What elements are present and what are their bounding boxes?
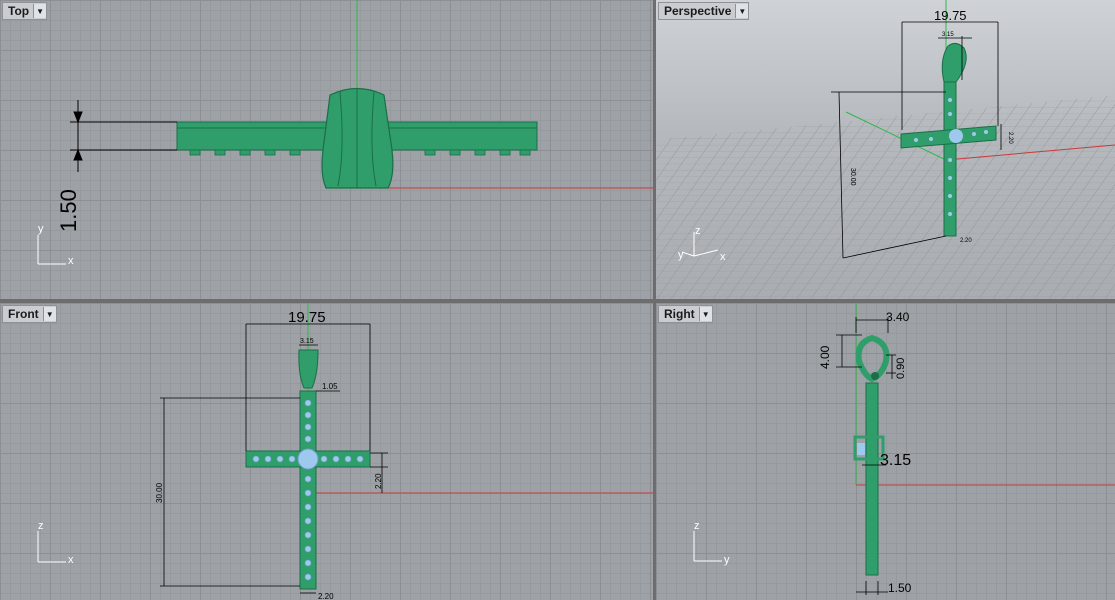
chevron-down-icon[interactable]: ▼ <box>42 307 56 321</box>
chevron-down-icon[interactable]: ▼ <box>33 4 47 18</box>
dimension-base: 2.20 <box>318 592 334 600</box>
dimension-label: 1.50 <box>56 189 81 232</box>
axis-label-h: y <box>724 554 730 566</box>
dimension-arm: 2.20 <box>1007 132 1013 144</box>
bail <box>298 349 319 389</box>
dimension-bail: 3.15 <box>300 338 314 345</box>
dimension-base: 2.20 <box>960 238 972 244</box>
viewport-top[interactable]: Top ▼ 1.50 y x <box>0 0 653 299</box>
front-scene: 19.75 3.15 1.05 30.00 2.20 2.20 z x <box>37 303 653 600</box>
dimension-width: 19.75 <box>934 8 967 23</box>
axis-label-h: x <box>68 255 74 267</box>
viewport-tab-top[interactable]: Top ▼ <box>2 2 48 20</box>
axis-label-v: z <box>38 520 44 532</box>
viewport-title: Right <box>664 307 695 321</box>
bail-ring <box>855 334 890 383</box>
top-scene: 1.50 y x <box>37 0 653 267</box>
dimension-bail-width: 3.40 <box>886 310 910 324</box>
axis-label-v: z <box>695 225 701 237</box>
dimension-height: 30.00 <box>849 168 856 186</box>
viewport-front[interactable]: Front ▼ 19.75 3.15 1.05 30.00 2.20 2.20 <box>0 303 653 600</box>
viewport-perspective[interactable]: Perspective ▼ 19.75 3.15 30.00 2.20 2.20 <box>656 0 1115 299</box>
dimension-height: 30.00 <box>155 482 164 503</box>
axis-label-v: y <box>38 223 44 235</box>
viewport-title: Perspective <box>664 4 732 18</box>
chevron-down-icon[interactable]: ▼ <box>698 307 712 321</box>
dimension-thickness <box>70 100 177 172</box>
axis-label-d: y <box>678 249 684 261</box>
dimension-bail-inner: 0.90 <box>895 358 907 379</box>
viewport-title: Top <box>8 4 30 18</box>
viewport-tab-right[interactable]: Right ▼ <box>658 305 713 323</box>
viewport-tab-perspective[interactable]: Perspective ▼ <box>658 2 750 20</box>
dimension-ring: 3.15 <box>880 452 911 469</box>
dimension-width: 19.75 <box>288 309 326 326</box>
viewport-tab-front[interactable]: Front ▼ <box>2 305 57 323</box>
axis-label-v: z <box>694 520 700 532</box>
dimension-bail: 3.15 <box>942 32 954 38</box>
dimension-link: 1.05 <box>322 382 338 391</box>
axis-label-h: x <box>720 251 726 263</box>
dimension-bail-height: 4.00 <box>818 345 832 369</box>
axis-label-h: x <box>68 554 74 566</box>
viewport-title: Front <box>8 307 39 321</box>
dimension-arm: 2.20 <box>374 473 383 489</box>
chevron-down-icon[interactable]: ▼ <box>735 4 749 18</box>
dimension-base: 1.50 <box>888 581 912 595</box>
perspective-scene: 19.75 3.15 30.00 2.20 2.20 z x y <box>656 0 1115 299</box>
right-scene: 3.40 4.00 0.90 3.15 1.50 z y <box>693 303 1115 595</box>
cross-side-bar <box>865 382 879 576</box>
viewport-right[interactable]: Right ▼ 3.40 4.00 0.90 3.15 1.50 z y <box>656 303 1115 600</box>
